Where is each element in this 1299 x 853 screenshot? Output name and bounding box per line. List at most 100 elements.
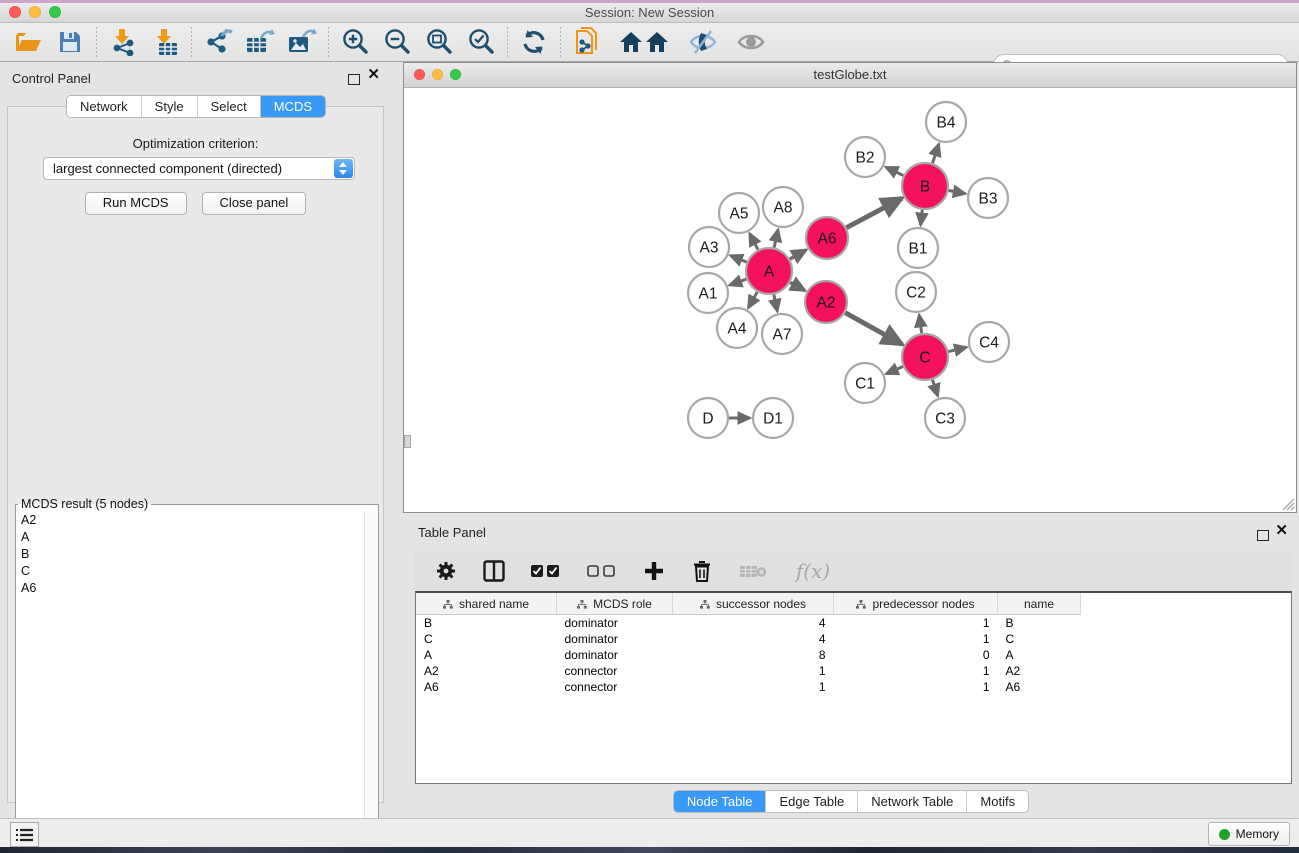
network-graph[interactable]: AA1A3A5A8A4A7A6A2BB2B4B3B1CC2C4C1C3DD1 [404,88,1296,512]
column-header-MCDS-role[interactable]: MCDS role [557,593,673,615]
edge-A2-C[interactable] [845,313,902,345]
table-cell[interactable]: 4 [673,631,834,647]
table-cell[interactable]: 1 [834,679,998,695]
mcds-result-item[interactable]: B [16,545,365,562]
column-header-shared-name[interactable]: shared name [416,593,557,615]
delete-table-icon[interactable] [737,558,769,584]
table-cell[interactable]: A6 [416,679,557,695]
table-cell[interactable]: 4 [673,615,834,632]
edge-A-A7[interactable] [774,295,778,312]
delete-column-icon[interactable] [689,558,715,584]
select-all-icon[interactable] [529,558,563,584]
unselect-all-icon[interactable] [585,558,619,584]
edge-A-A3[interactable] [730,256,746,263]
zoom-in-icon[interactable] [339,27,371,57]
import-table-icon[interactable] [149,27,181,57]
import-network-icon[interactable] [107,27,139,57]
table-row[interactable]: Bdominator41B [416,615,1292,632]
table-cell[interactable]: 8 [673,647,834,663]
open-file-icon[interactable] [12,27,44,57]
tab-mcds[interactable]: MCDS [261,96,325,117]
table-cell[interactable]: connector [557,663,673,679]
tab-network-table[interactable]: Network Table [858,791,967,812]
table-cell[interactable]: dominator [557,615,673,632]
table-cell[interactable]: A [998,647,1081,663]
optimization-select[interactable]: largest connected component (directed) [43,157,355,180]
mcds-result-list[interactable]: A2ABCA6 [16,511,365,838]
edge-A-A4[interactable] [748,292,757,308]
zoom-out-icon[interactable] [381,27,413,57]
close-table-panel-icon[interactable]: ✕ [1275,523,1288,538]
column-layout-icon[interactable] [481,558,507,584]
table-cell[interactable]: dominator [557,647,673,663]
home-icon[interactable] [619,27,671,57]
refresh-icon[interactable] [518,27,550,57]
table-cell[interactable]: C [998,631,1081,647]
table-cell[interactable]: 1 [834,631,998,647]
close-panel-icon[interactable]: ✕ [367,67,380,82]
edge-A-A5[interactable] [750,233,758,249]
table-cell[interactable]: 1 [834,663,998,679]
mcds-result-scrollbar[interactable] [364,511,378,838]
edge-C-C2[interactable] [919,315,922,333]
mcds-result-item[interactable]: C [16,562,365,579]
tab-node-table[interactable]: Node Table [674,791,767,812]
node-table[interactable]: shared nameMCDS rolesuccessor nodesprede… [416,593,1292,695]
column-header-name[interactable]: name [998,593,1081,615]
save-session-icon[interactable] [54,27,86,57]
edge-B-B3[interactable] [949,190,966,193]
float-table-panel-icon[interactable] [1257,530,1269,541]
table-cell[interactable]: 0 [834,647,998,663]
table-row[interactable]: A2connector11A2 [416,663,1292,679]
tab-motifs[interactable]: Motifs [967,791,1028,812]
tab-select[interactable]: Select [198,96,261,117]
settings-gear-icon[interactable] [433,558,459,584]
edge-B-B1[interactable] [921,210,923,225]
column-header-successor-nodes[interactable]: successor nodes [673,593,834,615]
table-cell[interactable]: A2 [998,663,1081,679]
show-details-icon[interactable] [735,27,767,57]
close-panel-button[interactable]: Close panel [202,192,307,215]
edge-A-A6[interactable] [790,250,806,259]
export-table-icon[interactable] [244,27,276,57]
mcds-result-item[interactable]: A [16,528,365,545]
edge-A-A2[interactable] [790,282,805,290]
table-cell[interactable]: 1 [834,615,998,632]
network-canvas[interactable]: AA1A3A5A8A4A7A6A2BB2B4B3B1CC2C4C1C3DD1 [404,88,1296,512]
table-cell[interactable]: B [998,615,1081,632]
resize-grip-icon[interactable] [1279,495,1295,511]
table-cell[interactable]: connector [557,679,673,695]
zoom-selected-icon[interactable] [465,27,497,57]
edge-C-C3[interactable] [932,380,937,396]
edge-A6-B[interactable] [846,198,902,228]
mcds-result-item[interactable]: A2 [16,511,365,528]
new-network-icon[interactable] [571,27,603,57]
edge-A-A8[interactable] [774,229,778,247]
table-cell[interactable]: dominator [557,631,673,647]
hide-details-icon[interactable] [687,27,719,57]
tab-network[interactable]: Network [67,96,142,117]
tab-style[interactable]: Style [142,96,198,117]
edge-B-B2[interactable] [886,167,904,176]
table-cell[interactable]: A2 [416,663,557,679]
table-cell[interactable]: 1 [673,679,834,695]
zoom-fit-icon[interactable] [423,27,455,57]
edge-C-C1[interactable] [886,367,903,374]
table-row[interactable]: Cdominator41C [416,631,1292,647]
export-image-icon[interactable] [286,27,318,57]
float-panel-icon[interactable] [348,74,360,85]
add-column-icon[interactable] [641,558,667,584]
table-cell[interactable]: A [416,647,557,663]
edge-C-C4[interactable] [948,347,966,351]
edge-B-B4[interactable] [932,144,938,163]
task-history-button[interactable] [10,822,39,847]
table-row[interactable]: Adominator80A [416,647,1292,663]
panel-edge-handle[interactable] [404,435,411,448]
tab-edge-table[interactable]: Edge Table [766,791,858,812]
run-mcds-button[interactable]: Run MCDS [85,192,187,215]
table-cell[interactable]: C [416,631,557,647]
network-window-titlebar[interactable]: testGlobe.txt [404,63,1296,88]
mcds-result-item[interactable]: A6 [16,579,365,596]
export-network-icon[interactable] [202,27,234,57]
table-cell[interactable]: 1 [673,663,834,679]
